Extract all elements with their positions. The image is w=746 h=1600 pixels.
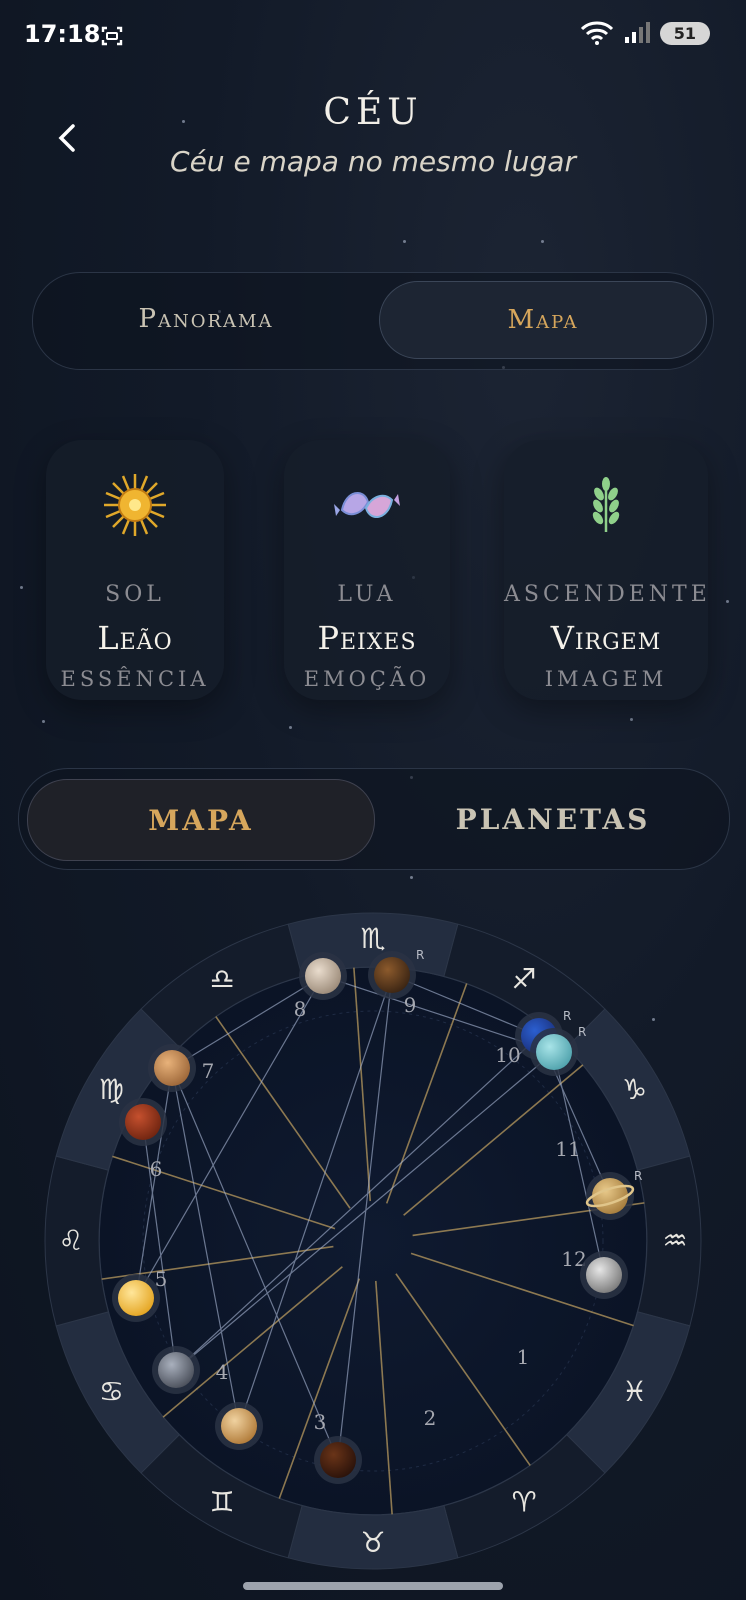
- zodiac-sign-glyph: ♌: [58, 1224, 83, 1257]
- content-tabs: MAPA PLANETAS: [18, 768, 730, 870]
- house-number: 3: [314, 1410, 327, 1434]
- house-number: 6: [150, 1157, 163, 1181]
- house-number: 1: [517, 1345, 530, 1369]
- pluto-planet[interactable]: [299, 952, 347, 1000]
- tab-mapa-content[interactable]: MAPA: [27, 779, 375, 861]
- svg-text:R: R: [416, 948, 424, 962]
- header: CÉU Céu e mapa no mesmo lugar: [0, 92, 746, 178]
- screenshot-icon: [101, 26, 123, 46]
- sun-label: SOL: [105, 582, 165, 607]
- page-title: CÉU: [323, 92, 423, 133]
- sun-card[interactable]: SOL Leão ESSÊNCIA: [46, 440, 224, 700]
- home-indicator[interactable]: [243, 1582, 503, 1590]
- node-planet[interactable]: [314, 1436, 362, 1484]
- mercury-planet[interactable]: [152, 1346, 200, 1394]
- mars-planet[interactable]: [119, 1098, 167, 1146]
- page-subtitle: Céu e mapa no mesmo lugar: [170, 145, 576, 178]
- moon-label: LUA: [337, 582, 397, 607]
- zodiac-sign-glyph: ♎: [209, 962, 234, 995]
- zodiac-sign-glyph: ♑: [622, 1073, 647, 1106]
- signal-icon: [624, 22, 650, 43]
- ascendant-meaning: IMAGEM: [544, 667, 668, 691]
- sun-planet[interactable]: [112, 1274, 160, 1322]
- ascendant-card[interactable]: ASCENDENTE Virgem IMAGEM: [504, 440, 708, 700]
- tab-planetas[interactable]: PLANETAS: [383, 779, 723, 859]
- tab-mapa[interactable]: Mapa: [379, 281, 707, 359]
- venus-planet[interactable]: [215, 1402, 263, 1450]
- zodiac-sign-glyph: ♒: [662, 1224, 687, 1257]
- sun-sign: Leão: [97, 619, 173, 657]
- zodiac-sign-glyph: ♓: [622, 1375, 647, 1408]
- zodiac-sign-glyph: ♏: [360, 922, 385, 955]
- zodiac-sign-glyph: ♉: [360, 1526, 385, 1559]
- status-time: 17:18: [24, 20, 101, 48]
- house-number: 9: [404, 993, 417, 1017]
- ascendant-sign: Virgem: [550, 619, 662, 657]
- sun-icon: [104, 474, 166, 536]
- zodiac-sign-glyph: ♋: [99, 1375, 124, 1408]
- svg-text:R: R: [634, 1169, 642, 1183]
- view-toggle: Panorama Mapa: [32, 272, 714, 370]
- moon-planet[interactable]: [580, 1251, 628, 1299]
- moon-sign: Peixes: [317, 619, 417, 657]
- sun-meaning: ESSÊNCIA: [60, 667, 210, 691]
- svg-text:R: R: [563, 1009, 571, 1023]
- tab-panorama[interactable]: Panorama: [41, 281, 371, 357]
- zodiac-sign-glyph: ♐: [511, 962, 536, 995]
- ascendant-label: ASCENDENTE: [504, 582, 711, 607]
- house-number: 11: [555, 1137, 580, 1161]
- zodiac-sign-glyph: ♈: [511, 1486, 536, 1519]
- house-number: 10: [495, 1043, 520, 1067]
- status-bar: 17:18 51: [0, 0, 746, 72]
- moon-card[interactable]: LUA Peixes EMOÇÃO: [284, 440, 450, 700]
- jupiter-planet-7[interactable]: [148, 1044, 196, 1092]
- zodiac-sign-glyph: ♍: [99, 1073, 124, 1106]
- house-number: 2: [424, 1406, 437, 1430]
- wheat-icon: [592, 477, 620, 532]
- svg-text:R: R: [578, 1025, 586, 1039]
- battery-indicator: 51: [659, 21, 710, 45]
- house-number: 7: [202, 1059, 215, 1083]
- wifi-icon: [580, 21, 613, 45]
- zodiac-sign-glyph: ♊: [209, 1486, 234, 1519]
- birth-chart-wheel[interactable]: ♏♐♑♒♓♈♉♊♋♌♍♎ 12345678 9101112 RRRR: [40, 908, 706, 1574]
- pisces-fish-icon: [334, 492, 400, 518]
- house-number: 4: [216, 1360, 229, 1384]
- moon-meaning: EMOÇÃO: [303, 667, 431, 691]
- house-number: 8: [294, 997, 307, 1021]
